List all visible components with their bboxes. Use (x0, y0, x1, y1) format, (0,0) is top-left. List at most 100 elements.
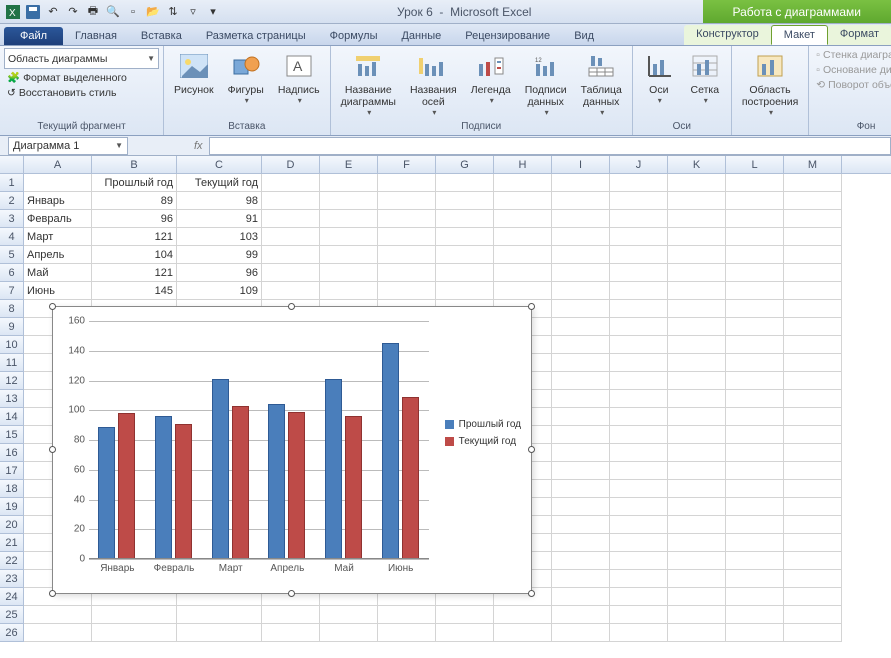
cell-H4[interactable] (494, 228, 552, 246)
cell-J4[interactable] (610, 228, 668, 246)
cell-K8[interactable] (668, 300, 726, 318)
cell-G7[interactable] (436, 282, 494, 300)
cell-M18[interactable] (784, 480, 842, 498)
cell-K18[interactable] (668, 480, 726, 498)
cell-E7[interactable] (320, 282, 378, 300)
legend-item[interactable]: Прошлый год (445, 419, 521, 430)
cell-A3[interactable]: Февраль (24, 210, 92, 228)
cell-C5[interactable]: 99 (177, 246, 262, 264)
reset-style-button[interactable]: ↺Восстановить стиль (4, 86, 159, 100)
cell-L25[interactable] (726, 606, 784, 624)
row-header-4[interactable]: 4 (0, 228, 24, 246)
row-header-23[interactable]: 23 (0, 570, 24, 588)
cell-H3[interactable] (494, 210, 552, 228)
cell-L26[interactable] (726, 624, 784, 642)
cell-E1[interactable] (320, 174, 378, 192)
cell-L8[interactable] (726, 300, 784, 318)
col-header-M[interactable]: M (784, 156, 842, 173)
cell-G6[interactable] (436, 264, 494, 282)
resize-handle-ne[interactable] (528, 303, 535, 310)
cell-C1[interactable]: Текущий год (177, 174, 262, 192)
cell-J2[interactable] (610, 192, 668, 210)
cell-M26[interactable] (784, 624, 842, 642)
row-header-19[interactable]: 19 (0, 498, 24, 516)
cell-L1[interactable] (726, 174, 784, 192)
cell-I23[interactable] (552, 570, 610, 588)
cell-A1[interactable] (24, 174, 92, 192)
cell-K1[interactable] (668, 174, 726, 192)
tab-вид[interactable]: Вид (562, 27, 606, 45)
cell-C7[interactable]: 109 (177, 282, 262, 300)
qat-customize-icon[interactable]: ▾ (204, 3, 222, 21)
cell-L14[interactable] (726, 408, 784, 426)
cell-G26[interactable] (436, 624, 494, 642)
row-header-10[interactable]: 10 (0, 336, 24, 354)
tab-рецензирование[interactable]: Рецензирование (453, 27, 562, 45)
cell-M17[interactable] (784, 462, 842, 480)
resize-handle-nw[interactable] (49, 303, 56, 310)
cell-J7[interactable] (610, 282, 668, 300)
undo-icon[interactable]: ↶ (44, 3, 62, 21)
cell-A5[interactable]: Апрель (24, 246, 92, 264)
new-icon[interactable]: ▫ (124, 3, 142, 21)
cell-H1[interactable] (494, 174, 552, 192)
bar[interactable] (288, 412, 305, 559)
row-header-3[interactable]: 3 (0, 210, 24, 228)
row-header-2[interactable]: 2 (0, 192, 24, 210)
cell-K26[interactable] (668, 624, 726, 642)
gridlines-button[interactable]: Сетка▾ (683, 48, 727, 107)
chart-element-selector[interactable]: Область диаграммы▼ (4, 48, 159, 69)
cell-K12[interactable] (668, 372, 726, 390)
cell-M8[interactable] (784, 300, 842, 318)
cell-J26[interactable] (610, 624, 668, 642)
cell-G2[interactable] (436, 192, 494, 210)
chart-wall-button[interactable]: ▫Стенка диаграммы (813, 48, 891, 62)
cell-K22[interactable] (668, 552, 726, 570)
cell-J5[interactable] (610, 246, 668, 264)
open-icon[interactable]: 📂 (144, 3, 162, 21)
cell-J24[interactable] (610, 588, 668, 606)
cell-K10[interactable] (668, 336, 726, 354)
tab-вставка[interactable]: Вставка (129, 27, 194, 45)
chart-title-button[interactable]: Название диаграммы▾ (335, 48, 402, 119)
legend-item[interactable]: Текущий год (445, 436, 521, 447)
tab-разметка страницы[interactable]: Разметка страницы (194, 27, 318, 45)
cell-L24[interactable] (726, 588, 784, 606)
col-header-E[interactable]: E (320, 156, 378, 173)
cell-J17[interactable] (610, 462, 668, 480)
row-header-20[interactable]: 20 (0, 516, 24, 534)
cell-E25[interactable] (320, 606, 378, 624)
cell-J8[interactable] (610, 300, 668, 318)
cell-H5[interactable] (494, 246, 552, 264)
cell-K2[interactable] (668, 192, 726, 210)
cell-L6[interactable] (726, 264, 784, 282)
cell-J22[interactable] (610, 552, 668, 570)
cell-F6[interactable] (378, 264, 436, 282)
tab-формат[interactable]: Формат (828, 25, 891, 45)
col-header-I[interactable]: I (552, 156, 610, 173)
cell-L2[interactable] (726, 192, 784, 210)
cell-L10[interactable] (726, 336, 784, 354)
bar[interactable] (118, 413, 135, 559)
cell-B3[interactable]: 96 (92, 210, 177, 228)
cell-M21[interactable] (784, 534, 842, 552)
cell-L19[interactable] (726, 498, 784, 516)
excel-icon[interactable]: X (4, 3, 22, 21)
bar[interactable] (325, 379, 342, 559)
chart-legend[interactable]: Прошлый год Текущий год (445, 413, 521, 453)
textbox-button[interactable]: AНадпись▾ (272, 48, 326, 107)
cell-I16[interactable] (552, 444, 610, 462)
cell-J20[interactable] (610, 516, 668, 534)
cell-J9[interactable] (610, 318, 668, 336)
filter-icon[interactable]: ▿ (184, 3, 202, 21)
row-header-5[interactable]: 5 (0, 246, 24, 264)
cell-B7[interactable]: 145 (92, 282, 177, 300)
cell-L17[interactable] (726, 462, 784, 480)
cell-A7[interactable]: Июнь (24, 282, 92, 300)
cell-K17[interactable] (668, 462, 726, 480)
cell-M9[interactable] (784, 318, 842, 336)
row-header-8[interactable]: 8 (0, 300, 24, 318)
cell-L21[interactable] (726, 534, 784, 552)
cell-K11[interactable] (668, 354, 726, 372)
col-header-C[interactable]: C (177, 156, 262, 173)
